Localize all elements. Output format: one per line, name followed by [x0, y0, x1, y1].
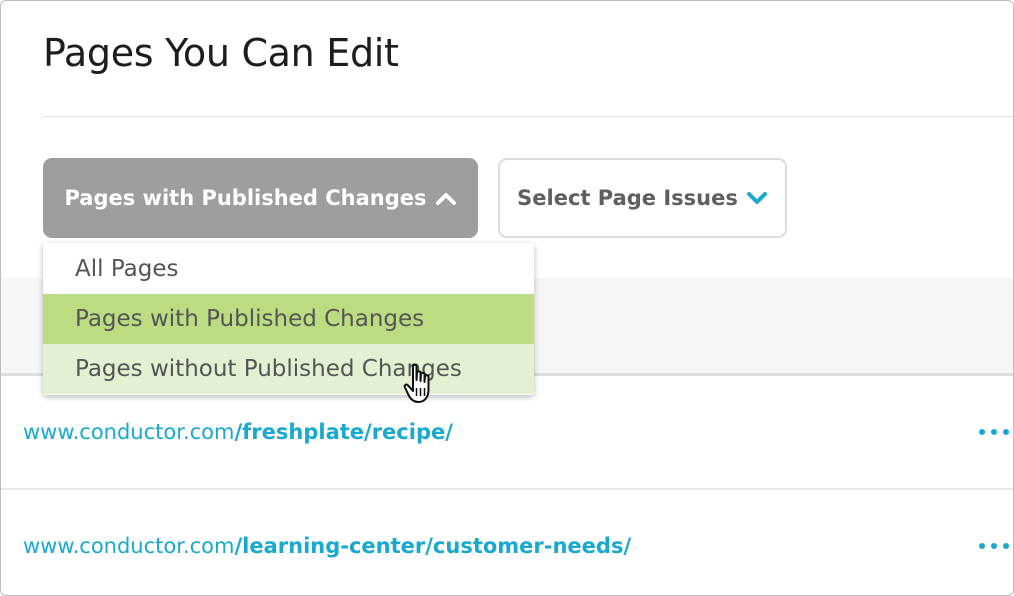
published-changes-filter-button[interactable]: Pages with Published Changes	[43, 158, 478, 238]
page-issues-filter-label: Select Page Issues	[517, 186, 738, 210]
page-url-path: /learning-center/customer-needs/	[234, 534, 632, 558]
app-frame: Pages You Can Edit Pages with Published …	[0, 0, 1014, 596]
chevron-up-icon	[435, 191, 457, 205]
page-title: Pages You Can Edit	[43, 31, 399, 75]
page-url-link[interactable]: www.conductor.com/freshplate/recipe/	[23, 420, 453, 444]
chevron-down-icon	[746, 191, 768, 205]
dropdown-option-without-published-changes[interactable]: Pages without Published Changes	[43, 344, 534, 394]
page-url-path: /freshplate/recipe/	[234, 420, 453, 444]
page-url-domain: www.conductor.com	[23, 420, 235, 444]
more-dots-icon[interactable]	[977, 420, 1013, 444]
page-url-link[interactable]: www.conductor.com/learning-center/custom…	[23, 534, 631, 558]
dropdown-option-with-published-changes[interactable]: Pages with Published Changes	[43, 294, 534, 344]
published-changes-dropdown-menu: All Pages Pages with Published Changes P…	[43, 243, 534, 395]
more-dots-icon[interactable]	[977, 534, 1013, 558]
title-divider	[43, 116, 1013, 117]
page-url-domain: www.conductor.com	[23, 534, 235, 558]
published-changes-filter-label: Pages with Published Changes	[64, 186, 427, 210]
dropdown-option-all-pages[interactable]: All Pages	[43, 243, 534, 294]
page-issues-filter-button[interactable]: Select Page Issues	[498, 158, 787, 238]
row-divider	[1, 488, 1013, 490]
